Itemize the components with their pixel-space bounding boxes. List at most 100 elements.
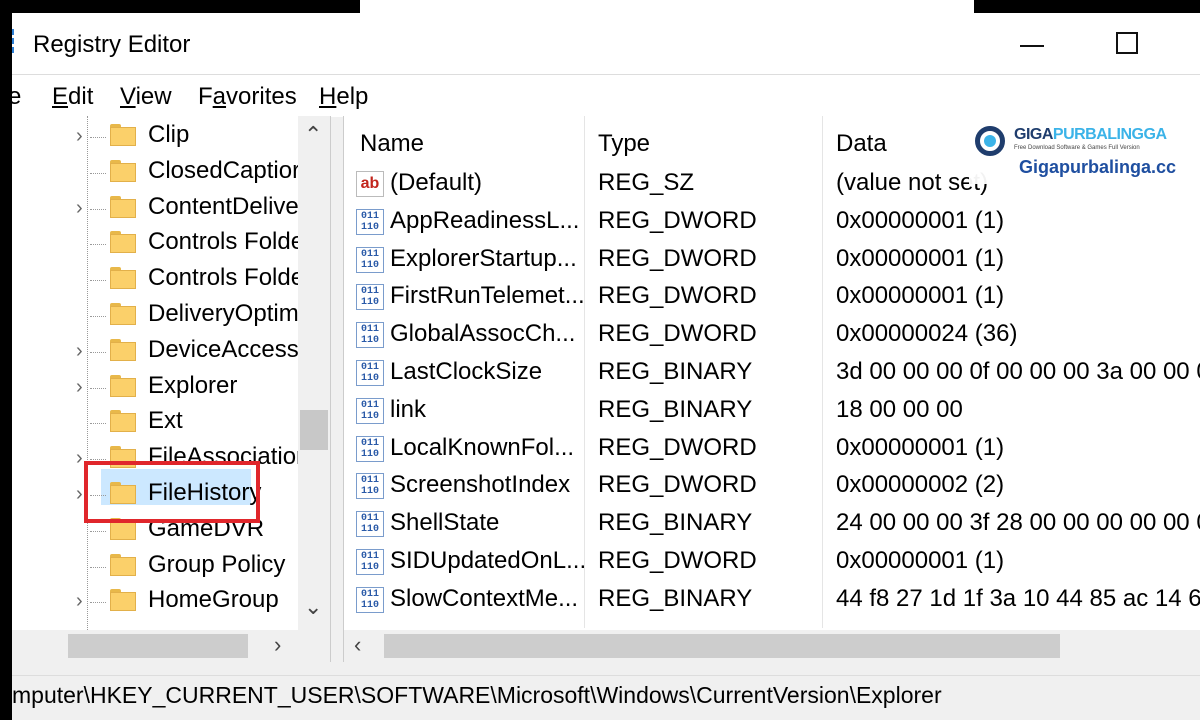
value-row[interactable]: 011 110 AppReadinessL... REG_DWORD 0x0000000… xyxy=(344,203,1200,241)
folder-icon xyxy=(110,195,136,218)
tree-node-label: HomeGroup xyxy=(148,586,279,614)
value-data: 0x00000001 (1) xyxy=(836,433,1005,461)
value-type: REG_BINARY xyxy=(598,358,753,385)
tree-node[interactable]: › Clip xyxy=(12,119,312,155)
chevron-right-icon[interactable]: › xyxy=(76,447,83,470)
chevron-right-icon[interactable]: › xyxy=(76,197,83,220)
folder-icon xyxy=(110,374,136,397)
chevron-up-icon[interactable]: ⌃ xyxy=(304,122,322,148)
chevron-right-icon[interactable]: › xyxy=(76,125,83,148)
tree-node[interactable]: Group Policy xyxy=(12,549,312,585)
tree-vertical-scrollbar[interactable]: ⌃ ⌄ xyxy=(298,116,330,662)
tree-hscroll-thumb[interactable] xyxy=(68,634,248,658)
value-row[interactable]: 011 110 SIDUpdatedOnL... REG_DWORD 0x0000000… xyxy=(344,543,1200,581)
value-row[interactable]: 011 110 ShellState REG_BINARY 24 00 00 00 3f… xyxy=(344,505,1200,543)
tree-node[interactable]: › ContentDelive xyxy=(12,191,312,227)
value-name: link xyxy=(390,395,427,423)
folder-icon xyxy=(110,338,136,361)
tree-node[interactable]: Controls Folde xyxy=(12,262,312,298)
tree-node-label: ClosedCaptior xyxy=(148,156,301,184)
title-bar[interactable]: Registry Editor xyxy=(12,13,1200,74)
value-row[interactable]: 011 110 GlobalAssocCh... REG_DWORD 0x0000002… xyxy=(344,316,1200,354)
value-row[interactable]: 011 110 LocalKnownFol... REG_DWORD 0x0000000… xyxy=(344,430,1200,468)
tree-vscroll-thumb[interactable] xyxy=(300,410,328,450)
key-tree-pane[interactable]: › Clip ClosedCaptior › ContentDelive Controls… xyxy=(12,116,331,662)
highlight-box xyxy=(84,461,260,523)
folder-icon xyxy=(110,410,136,433)
folder-icon xyxy=(110,303,136,325)
value-name: ScreenshotIndex xyxy=(390,471,571,499)
minimize-button[interactable] xyxy=(1007,21,1057,65)
value-data: 18 00 00 00 xyxy=(836,395,963,423)
chevron-down-icon[interactable]: ⌄ xyxy=(304,594,322,620)
chevron-right-icon[interactable]: › xyxy=(76,376,83,399)
binary-value-icon: 011 110 xyxy=(356,284,384,311)
folder-icon xyxy=(110,267,136,290)
binary-value-icon: 011 110 xyxy=(356,246,384,273)
value-row[interactable]: 011 110 ExplorerStartup... REG_DWORD 0x00000… xyxy=(344,241,1200,279)
scroll-right-icon[interactable]: › xyxy=(274,632,281,658)
tree-node-label: Clip xyxy=(148,121,190,148)
tree-connector xyxy=(90,423,106,425)
value-name: FirstRunTelemet... xyxy=(390,282,585,310)
tree-node[interactable]: DeliveryOptim xyxy=(12,298,312,334)
tree-node[interactable]: Ext xyxy=(12,405,312,441)
watermark-brand: GIGAPURBALINGGA xyxy=(1014,126,1167,143)
tree-node[interactable]: Controls Folde xyxy=(12,226,312,262)
chevron-right-icon[interactable]: › xyxy=(76,590,83,613)
scroll-left-icon[interactable]: ‹ xyxy=(354,632,361,658)
value-name: AppReadinessL... xyxy=(390,206,580,234)
value-name: LocalKnownFol... xyxy=(390,433,575,461)
tree-connector xyxy=(90,351,106,353)
tree-connector xyxy=(90,208,106,210)
binary-value-icon: 011 110 xyxy=(356,473,384,500)
value-row[interactable]: 011 110 SlowContextMe... REG_BINARY 44 f8 27… xyxy=(344,581,1200,619)
value-name: LastClockSize xyxy=(390,358,543,385)
value-name: SlowContextMe... xyxy=(390,584,579,612)
binary-value-icon: 011 110 xyxy=(356,397,384,424)
tree-node-label: Ext xyxy=(148,407,183,435)
menu-help[interactable]: Help xyxy=(319,83,368,111)
tree-node[interactable]: ClosedCaptior xyxy=(12,155,312,191)
tree-connector xyxy=(90,387,106,389)
watermark-logo: GIGAPURBALINGGA Free Download Software &… xyxy=(969,120,1200,184)
tree-horizontal-scrollbar[interactable]: › xyxy=(12,630,330,662)
binary-value-icon: 011 110 xyxy=(356,322,384,349)
tree-node-label: Controls Folde xyxy=(148,264,305,292)
tree-connector xyxy=(90,530,106,532)
chevron-right-icon[interactable]: › xyxy=(76,483,83,506)
menu-favorites[interactable]: Favorites xyxy=(198,83,297,111)
values-horizontal-scrollbar[interactable]: ‹ xyxy=(344,630,1200,662)
value-name: (Default) xyxy=(390,169,483,196)
value-name: GlobalAssocCh... xyxy=(390,320,576,348)
tree-node[interactable]: › HomeGroup xyxy=(12,584,312,620)
chevron-right-icon[interactable]: › xyxy=(76,340,83,363)
value-data: 24 00 00 00 3f 28 00 00 00 00 00 00 xyxy=(836,509,1200,537)
tree-node-label: ContentDelive xyxy=(148,192,299,220)
tree-node[interactable]: › Explorer xyxy=(12,370,312,406)
column-header-name[interactable]: Name xyxy=(360,130,424,158)
menu-file[interactable]: e xyxy=(12,83,21,111)
menu-edit[interactable]: Edit xyxy=(52,83,93,111)
value-row[interactable]: 011 110 LastClockSize REG_BINARY 3d 00 00 00… xyxy=(344,354,1200,392)
value-row[interactable]: 011 110 FirstRunTelemet... REG_DWORD 0x00000… xyxy=(344,278,1200,316)
value-data: 0x00000024 (36) xyxy=(836,320,1018,348)
value-type: REG_DWORD xyxy=(598,206,757,234)
menu-view[interactable]: View xyxy=(120,83,172,111)
column-header-data[interactable]: Data xyxy=(836,130,887,158)
tree-connector xyxy=(90,244,106,246)
background-strip xyxy=(360,0,974,13)
value-name: ShellState xyxy=(390,509,500,537)
value-row[interactable]: 011 110 ScreenshotIndex REG_DWORD 0x00000002… xyxy=(344,467,1200,505)
values-list-pane[interactable]: Name Type Data ab (Default) REG_SZ (value n… xyxy=(343,116,1200,662)
tree-node-label: Group Policy xyxy=(148,550,286,578)
values-hscroll-thumb[interactable] xyxy=(384,634,1060,658)
string-value-icon: ab xyxy=(356,171,384,197)
column-header-type[interactable]: Type xyxy=(598,130,650,158)
tree-node[interactable]: › DeviceAccess xyxy=(12,334,312,370)
tree-node-label: DeviceAccess xyxy=(148,335,299,363)
value-data: (value not set) xyxy=(836,169,989,196)
maximize-button[interactable] xyxy=(1102,21,1152,65)
value-row[interactable]: 011 110 link REG_BINARY 18 00 00 00 xyxy=(344,392,1200,430)
window-title: Registry Editor xyxy=(33,31,191,58)
